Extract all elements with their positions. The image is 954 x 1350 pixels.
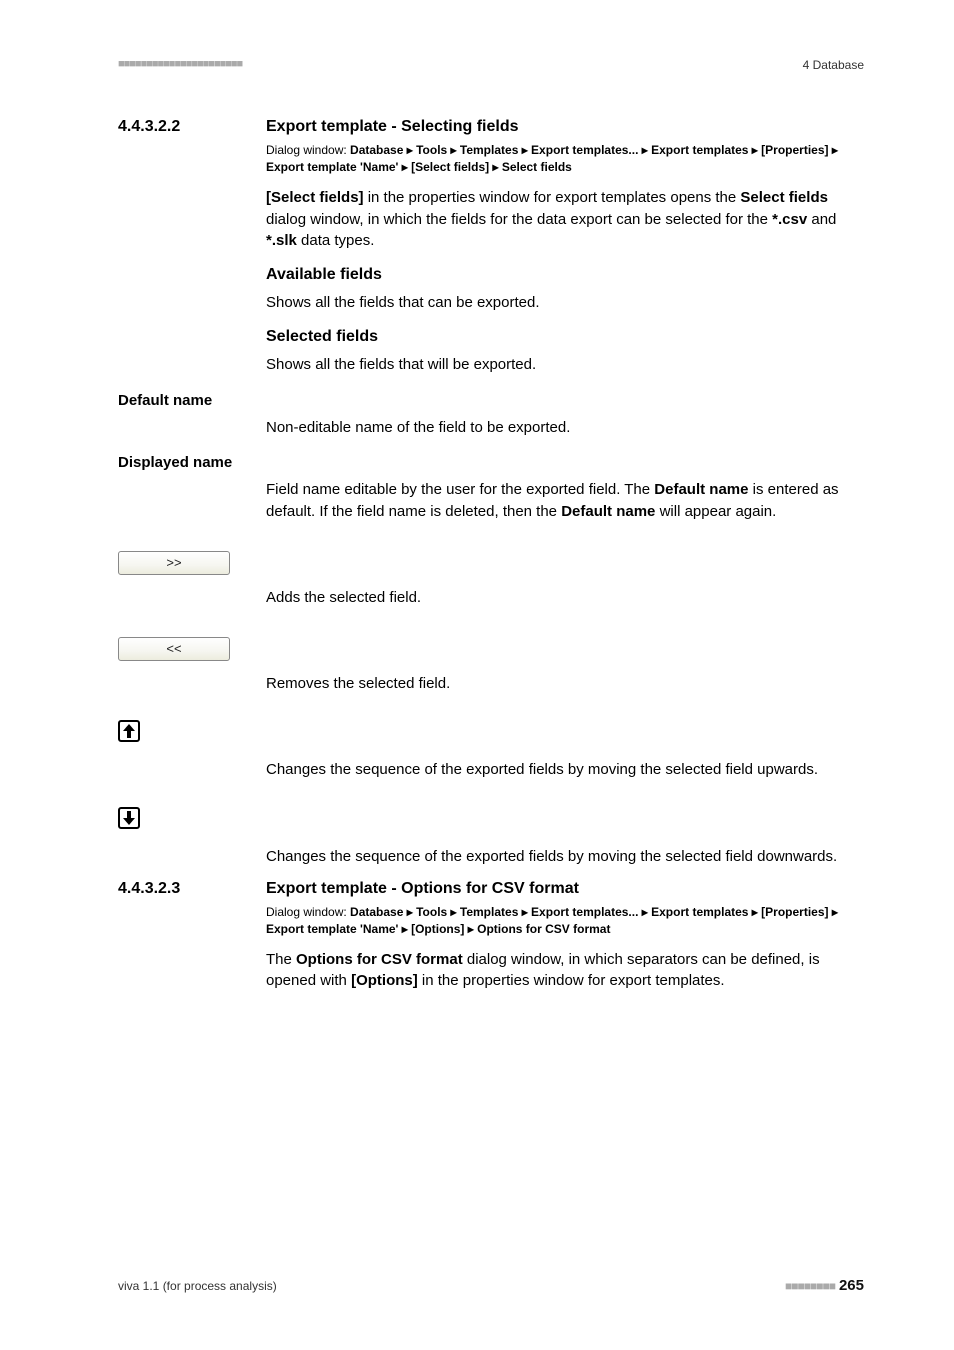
section-heading-2: 4.4.3.2.3 Export template - Options for … <box>118 880 864 898</box>
intro-text-1: in the properties window for export temp… <box>364 189 741 206</box>
header-dots: ■■■■■■■■■■■■■■■■■■■■■■ <box>118 58 242 70</box>
arrow-down-icon <box>122 810 136 826</box>
footer-dots: ■■■■■■■■ <box>785 1279 835 1293</box>
displayed-name-desc: Field name editable by the user for the … <box>266 479 846 523</box>
arrow-up-icon <box>122 723 136 739</box>
section-heading-1: 4.4.3.2.2 Export template - Selecting fi… <box>118 118 864 136</box>
section-number-2: 4.4.3.2.3 <box>118 880 266 898</box>
header-chapter: 4 Database <box>803 58 864 72</box>
default-name-ref-2: Default name <box>561 503 655 520</box>
remove-field-button[interactable]: << <box>118 637 230 661</box>
move-down-desc: Changes the sequence of the exported fie… <box>266 846 846 868</box>
page-footer: viva 1.1 (for process analysis) ■■■■■■■■… <box>118 1277 864 1294</box>
displayed-name-label: Displayed name <box>118 454 864 471</box>
dialog-path-text-2: Database ▸ Tools ▸ Templates ▸ Export te… <box>266 905 838 936</box>
section-number-1: 4.4.3.2.2 <box>118 118 266 136</box>
intro-text-4: data types. <box>297 232 375 249</box>
page-number: 265 <box>839 1277 864 1294</box>
csv-ext: *.csv <box>772 211 807 228</box>
disp-text-1: Field name editable by the user for the … <box>266 481 654 498</box>
footer-page: ■■■■■■■■ 265 <box>785 1277 864 1294</box>
default-name-label: Default name <box>118 392 864 409</box>
remove-field-desc: Removes the selected field. <box>266 673 846 695</box>
select-fields-btn-ref: [Select fields] <box>266 189 364 206</box>
dialog-prefix-2: Dialog window: <box>266 905 350 919</box>
available-fields-heading: Available fields <box>266 266 846 284</box>
section-title-1: Export template - Selecting fields <box>266 118 519 136</box>
dialog-path-2: Dialog window: Database ▸ Tools ▸ Templa… <box>266 904 846 939</box>
intro-text-2: dialog window, in which the fields for t… <box>266 211 772 228</box>
selected-fields-desc: Shows all the fields that will be export… <box>266 354 846 376</box>
select-fields-dialog-ref: Select fields <box>740 189 828 206</box>
intro-paragraph: [Select fields] in the properties window… <box>266 187 846 252</box>
default-name-ref-1: Default name <box>654 481 748 498</box>
disp-text-3: will appear again. <box>655 503 776 520</box>
dialog-path-1: Dialog window: Database ▸ Tools ▸ Templa… <box>266 142 846 177</box>
add-field-button[interactable]: >> <box>118 551 230 575</box>
move-up-desc: Changes the sequence of the exported fie… <box>266 759 846 781</box>
csv-options-ref: Options for CSV format <box>296 951 463 968</box>
move-down-button[interactable] <box>118 807 140 829</box>
intro-text-3: and <box>807 211 836 228</box>
csv-options-desc: The Options for CSV format dialog window… <box>266 949 846 993</box>
move-up-button[interactable] <box>118 720 140 742</box>
dialog-path-text-1: Database ▸ Tools ▸ Templates ▸ Export te… <box>266 143 838 174</box>
csv-text-1: The <box>266 951 296 968</box>
slk-ext: *.slk <box>266 232 297 249</box>
csv-text-3: in the properties window for export temp… <box>418 972 725 989</box>
dialog-prefix-1: Dialog window: <box>266 143 350 157</box>
add-field-desc: Adds the selected field. <box>266 587 846 609</box>
selected-fields-heading: Selected fields <box>266 328 846 346</box>
options-btn-ref: [Options] <box>351 972 418 989</box>
default-name-desc: Non-editable name of the field to be exp… <box>266 417 846 439</box>
available-fields-desc: Shows all the fields that can be exporte… <box>266 292 846 314</box>
section-title-2: Export template - Options for CSV format <box>266 880 579 898</box>
footer-product: viva 1.1 (for process analysis) <box>118 1279 277 1293</box>
